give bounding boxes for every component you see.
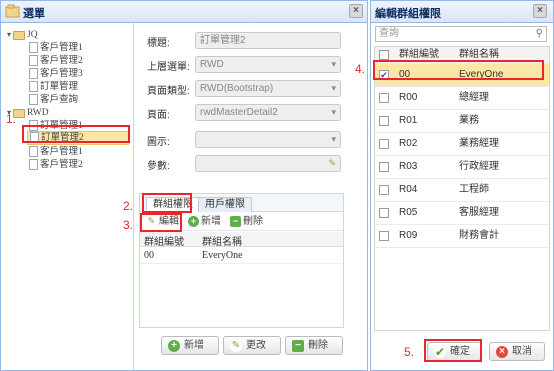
menu-window-title: 選單 [23, 8, 45, 20]
row-checkbox[interactable] [379, 208, 389, 218]
annotation-4: 4. [355, 62, 366, 76]
tree-node[interactable]: 客戶管理2 [29, 159, 83, 171]
edit-group-permission-dialog: 編輯群組權限 × 查詢 ⚲ 群組編號 群組名稱 ✔ 00 EveryOne R0… [370, 0, 554, 371]
row-checkbox[interactable] [379, 93, 389, 103]
row-checkbox[interactable] [379, 162, 389, 172]
page-type-label: 頁面類型: [147, 86, 190, 97]
row-checkbox[interactable] [379, 231, 389, 241]
grid-header: 群組編號 群組名稱 [140, 232, 343, 248]
highlight-box-2 [142, 193, 192, 213]
folder-icon [13, 30, 25, 40]
collapse-icon[interactable]: ▾ [5, 29, 13, 41]
page-type-select[interactable]: RWD(Bootstrap) ▾ [195, 80, 341, 97]
tab-user-permission[interactable]: 用戶權限 [198, 197, 252, 212]
table-row[interactable]: R05 客服經理 [375, 202, 549, 225]
add-button[interactable]: + 新增 [188, 215, 221, 229]
chevron-down-icon: ▾ [331, 134, 336, 144]
chevron-down-icon: ▾ [331, 107, 336, 117]
tree-node[interactable]: 客戶管理1 [29, 42, 83, 54]
add-menu-button[interactable]: + 新增 [161, 336, 219, 355]
file-icon [29, 55, 38, 67]
icon-label: 圖示: [147, 137, 170, 148]
row-checkbox[interactable] [379, 139, 389, 149]
select-all-checkbox[interactable] [379, 50, 389, 60]
file-icon [29, 146, 38, 158]
row-checkbox[interactable] [379, 116, 389, 126]
page-label: 頁面: [147, 110, 170, 121]
param-field[interactable]: ✎ [195, 155, 341, 172]
table-row[interactable]: R02 業務經理 [375, 133, 549, 156]
title-field[interactable]: 訂單管理2 [195, 32, 341, 49]
minus-icon: − [230, 216, 241, 227]
tree-node[interactable]: 客戶管理2 [29, 55, 83, 67]
title-label: 標題: [147, 38, 170, 49]
cancel-button[interactable]: × 取消 [489, 342, 545, 361]
dialog-title: 編輯群組權限 [375, 8, 441, 20]
group-grid: 群組編號 群組名稱 ✔ 00 EveryOne R00 總經理 R01 業務 R… [374, 46, 550, 331]
file-icon [29, 81, 38, 93]
table-row[interactable]: R00 總經理 [375, 87, 549, 110]
file-icon [29, 159, 38, 171]
file-icon [29, 68, 38, 80]
table-row[interactable]: R03 行政經理 [375, 156, 549, 179]
menu-form: 標題: 訂單管理2 上層選單: RWD ▾ 頁面類型: RWD(Bootstrap… [139, 23, 367, 193]
column-header: 群組編號 [144, 237, 184, 248]
highlight-box-4 [373, 60, 544, 80]
pencil-icon: ✎ [230, 340, 242, 352]
update-menu-button[interactable]: ✎ 更改 [223, 336, 281, 355]
highlight-box-1 [22, 125, 130, 143]
annotation-2: 2. [123, 199, 134, 213]
highlight-box-5 [424, 339, 482, 362]
parent-menu-select[interactable]: RWD ▾ [195, 56, 341, 73]
tree-node[interactable]: 客戶查詢 [29, 94, 78, 106]
tree-node[interactable]: 客戶管理3 [29, 68, 83, 80]
parent-menu-label: 上層選單: [147, 62, 190, 73]
menu-window-titlebar[interactable]: 選單 × [1, 1, 367, 23]
chevron-down-icon: ▾ [331, 59, 336, 69]
param-label: 參數: [147, 161, 170, 172]
table-row[interactable]: 00 EveryOne [140, 248, 343, 264]
chevron-down-icon: ▾ [331, 83, 336, 93]
file-icon [29, 94, 38, 106]
search-input[interactable]: 查詢 ⚲ [375, 26, 547, 42]
minus-icon: − [292, 340, 304, 352]
tree-node[interactable]: 客戶管理1 [29, 146, 83, 158]
close-icon[interactable]: × [533, 4, 547, 18]
delete-button[interactable]: − 刪除 [230, 215, 263, 229]
file-icon [29, 42, 38, 54]
plus-icon: + [168, 340, 180, 352]
icon-select[interactable]: ▾ [195, 131, 341, 148]
menu-tree: ▾ JQ 客戶管理1 客戶管理2 客戶管理3 訂單管理 客戶查詢 ▾ RWD 訂單管… [1, 23, 134, 370]
delete-menu-button[interactable]: − 刪除 [285, 336, 343, 355]
pencil-icon[interactable]: ✎ [328, 156, 336, 171]
column-header: 群組名稱 [202, 237, 242, 248]
table-row[interactable]: R09 財務會計 [375, 225, 549, 248]
search-icon[interactable]: ⚲ [536, 27, 543, 41]
row-checkbox[interactable] [379, 185, 389, 195]
tree-node[interactable]: 訂單管理 [29, 81, 78, 93]
table-row[interactable]: R04 工程師 [375, 179, 549, 202]
cancel-icon: × [496, 346, 508, 358]
menu-window: 選單 × ▾ JQ 客戶管理1 客戶管理2 客戶管理3 訂單管理 客戶查詢 ▾ RW… [0, 0, 368, 371]
plus-icon: + [188, 216, 199, 227]
tree-node-jq[interactable]: ▾ JQ [5, 29, 38, 41]
highlight-box-3 [140, 213, 182, 232]
close-icon[interactable]: × [349, 4, 363, 18]
table-row[interactable]: R01 業務 [375, 110, 549, 133]
annotation-1: 1. [6, 112, 17, 126]
page-select[interactable]: rwdMasterDetail2 ▾ [195, 104, 341, 121]
annotation-3: 3. [123, 218, 134, 232]
menu-icon [5, 4, 20, 18]
annotation-5: 5. [404, 345, 415, 359]
dialog-titlebar[interactable]: 編輯群組權限 × [371, 1, 553, 23]
